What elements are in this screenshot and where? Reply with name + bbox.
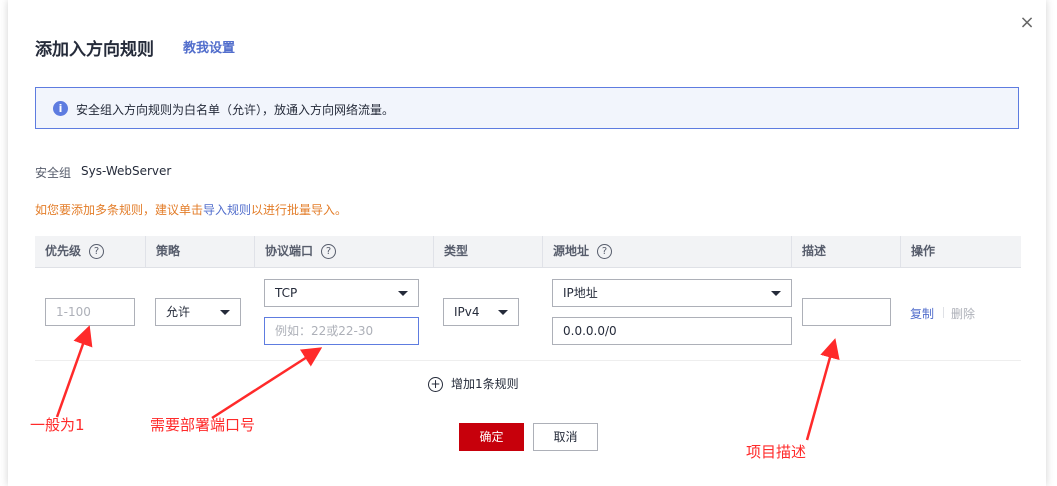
priority-annotation: 一般为1 [30,416,85,434]
column-divider [900,236,901,267]
batch-import-tip: 如您要添加多条规则，建议单击导入规则以进行批量导入。 [35,201,347,218]
security-group-value: Sys-WebServer [81,164,172,178]
chevron-down-icon [220,310,230,315]
dialog-title: 添加入方向规则 [35,40,154,60]
delete-rule-link[interactable]: 删除 [951,305,975,322]
priority-input[interactable]: 1-100 [45,298,135,326]
tip-prefix: 如您要添加多条规则，建议单击 [35,203,204,217]
table-header: 优先级? 策略 协议端口? 类型 源地址? 描述 操作 [35,236,1021,268]
column-divider [791,236,792,267]
source-address-input[interactable]: 0.0.0.0/0 [552,317,792,345]
table-row-divider [35,360,1021,361]
header-source: 源地址? [553,236,613,267]
close-icon[interactable]: × [1018,14,1036,32]
column-divider [433,236,434,267]
header-policy: 策略 [156,244,181,258]
tip-suffix: 以进行批量导入。 [251,203,348,217]
policy-select[interactable]: 允许 [155,298,241,326]
chevron-down-icon [498,310,508,315]
column-divider [254,236,255,267]
cancel-button[interactable]: 取消 [533,423,598,451]
source-type-value: IP地址 [563,286,598,300]
description-input[interactable] [802,298,891,326]
add-rule-button[interactable]: + 增加1条规则 [428,375,519,392]
header-description: 描述 [802,244,827,258]
action-divider [943,307,944,318]
security-group-label: 安全组 [35,166,72,180]
column-divider [542,236,543,267]
port-input[interactable]: 例如：22或22-30 [264,317,419,345]
notice-text: 安全组入方向规则为白名单（允许），放通入方向网络流量。 [76,103,395,117]
info-icon: i [53,101,68,116]
policy-value: 允许 [166,305,191,319]
info-notice: i 安全组入方向规则为白名单（允许），放通入方向网络流量。 [35,87,1019,129]
question-icon[interactable]: ? [89,244,105,259]
question-icon[interactable]: ? [321,244,337,259]
column-divider [145,236,146,267]
source-type-select[interactable]: IP地址 [552,279,792,307]
question-icon[interactable]: ? [597,244,613,259]
copy-rule-link[interactable]: 复制 [910,305,934,322]
header-actions: 操作 [911,244,936,258]
description-annotation: 项目描述 [746,443,807,461]
protocol-value: TCP [275,286,298,300]
ip-type-value: IPv4 [454,305,480,319]
chevron-down-icon [771,291,781,296]
header-protocol-port: 协议端口? [265,236,337,267]
header-type: 类型 [444,244,469,258]
help-setup-link[interactable]: 教我设置 [183,37,235,56]
chevron-down-icon [398,291,408,296]
protocol-select[interactable]: TCP [264,279,419,307]
header-priority: 优先级? [45,236,105,267]
plus-circle-icon: + [428,377,443,392]
port-annotation: 需要部署端口号 [150,416,256,434]
confirm-button[interactable]: 确定 [459,423,524,451]
ip-type-select[interactable]: IPv4 [443,298,519,326]
add-rule-label: 增加1条规则 [451,377,519,391]
import-rules-link[interactable]: 导入规则 [203,203,251,217]
